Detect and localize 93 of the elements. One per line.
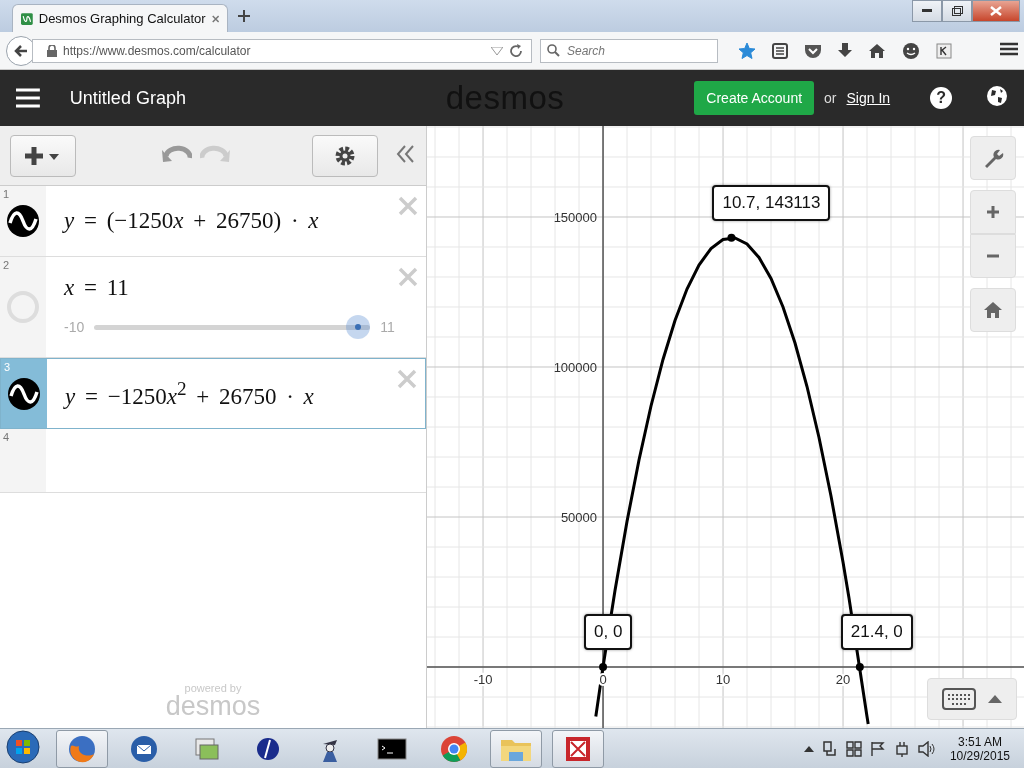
speaker-icon	[917, 740, 936, 757]
curve-icon	[6, 204, 40, 238]
slider-min-label: -10	[64, 319, 85, 335]
close-icon	[211, 13, 219, 24]
extension-icon	[936, 42, 952, 59]
axis-tick-label: 0	[599, 672, 607, 687]
plus-icon	[986, 205, 1000, 219]
point-label: 21.4, 0	[840, 614, 913, 650]
axis-tick-label: -10	[473, 672, 493, 687]
or-text: or	[824, 90, 837, 106]
windows-icon	[845, 740, 862, 757]
plus-icon	[238, 10, 250, 22]
close-icon	[398, 196, 418, 216]
settings-button[interactable]	[970, 136, 1016, 180]
back-arrow-icon	[14, 44, 28, 57]
globe-icon	[986, 85, 1008, 107]
network-icon	[821, 740, 838, 757]
close-icon	[990, 6, 1002, 16]
download-icon	[838, 42, 852, 59]
redo-arrow-icon	[200, 143, 230, 164]
search-icon	[547, 44, 560, 57]
caret-icon	[988, 695, 1002, 703]
dropdown-icon	[491, 46, 503, 55]
help-icon[interactable]: ?	[930, 87, 952, 109]
keyboard-button[interactable]	[927, 678, 1017, 720]
axis-tick-label: 50000	[560, 510, 598, 525]
math-expression[interactable]: x = 11	[64, 275, 408, 301]
expression-row[interactable]: 3 y = −1250x$^{2}$ + 26750 · x	[0, 358, 426, 429]
axis-tick-label: 20	[835, 672, 851, 687]
graph-canvas[interactable]: -10 0 10 20 50000 100000 150000 10.7, 143113 0, 0 21.4, 0	[427, 126, 1024, 728]
expression-row[interactable]: 2 x = 11 -10 11	[0, 257, 426, 358]
zoom-in-button[interactable]	[970, 190, 1016, 234]
row-number: 1	[3, 188, 10, 200]
undo-arrow-icon	[162, 143, 192, 164]
slider-max-label: 11	[380, 319, 395, 335]
clock-date[interactable]: 10/29/2015	[949, 748, 1010, 763]
point-marker[interactable]	[599, 663, 608, 671]
minimize-button[interactable]	[912, 0, 942, 22]
clock-time[interactable]: 3:51 AM	[957, 734, 1002, 749]
menu-icon	[1000, 41, 1018, 56]
math-expression[interactable]: y = (−1250x + 26750) · x	[64, 208, 408, 234]
home-icon	[983, 301, 1003, 319]
axis-tick-label: 150000	[553, 210, 598, 225]
lock-icon	[47, 44, 57, 57]
list-icon	[772, 42, 788, 59]
point-marker[interactable]	[727, 233, 736, 242]
power-plug-icon	[893, 740, 910, 757]
expression-row[interactable]: 1 y = (−1250x + 26750) · x	[0, 186, 426, 257]
double-chevron-icon	[396, 143, 416, 164]
caret-icon	[803, 745, 814, 752]
search-box[interactable]: Search	[540, 38, 718, 63]
point-label: 10.7, 143113	[712, 184, 831, 221]
browser-icon	[67, 733, 97, 764]
row-number: 4	[3, 431, 10, 443]
windows-orb-icon	[6, 729, 40, 764]
curve-icon	[7, 376, 41, 411]
axis-tick-label: 10	[715, 672, 731, 687]
close-icon	[398, 267, 418, 287]
address-bar[interactable]: https://www.desmos.com/calculator	[32, 38, 532, 63]
minimize-icon	[922, 9, 932, 13]
row-number: 3	[4, 361, 11, 373]
search-field[interactable]: Search	[565, 42, 709, 59]
sign-in-link[interactable]: Sign In	[846, 90, 891, 106]
home-icon	[868, 42, 886, 59]
point-label: 0, 0	[584, 614, 633, 650]
row-number: 2	[3, 259, 10, 271]
maximize-icon	[951, 6, 963, 16]
close-icon	[397, 369, 417, 389]
close-button[interactable]	[972, 0, 1020, 22]
settings-button[interactable]	[312, 134, 378, 177]
pocket-icon	[804, 42, 822, 59]
graph-title[interactable]: Untitled Graph	[69, 87, 446, 109]
home-button[interactable]	[970, 288, 1016, 332]
slider-thumb[interactable]	[346, 315, 371, 339]
plus-caret-icon	[24, 144, 62, 167]
reload-icon	[509, 43, 523, 58]
gear-icon	[334, 144, 356, 167]
flag-icon	[869, 740, 886, 757]
add-item-button[interactable]	[10, 134, 76, 177]
expression-row[interactable]: 4	[0, 429, 426, 493]
menu-icon	[16, 88, 40, 108]
smiley-icon	[902, 41, 920, 60]
axis-tick-label: 100000	[553, 360, 598, 375]
bookmark-star-icon[interactable]	[738, 41, 756, 60]
math-expression[interactable]: y = −1250x$^{2}$ + 26750 · x	[65, 377, 407, 410]
keyboard-icon	[942, 688, 976, 710]
browser-icon	[439, 733, 469, 764]
graph-icon	[21, 10, 33, 27]
maximize-button[interactable]	[942, 0, 972, 22]
browser-tab[interactable]: Desmos Graphing Calculator	[12, 4, 228, 32]
mail-icon	[129, 733, 159, 764]
point-marker[interactable]	[855, 663, 864, 671]
minus-icon	[986, 254, 1000, 258]
